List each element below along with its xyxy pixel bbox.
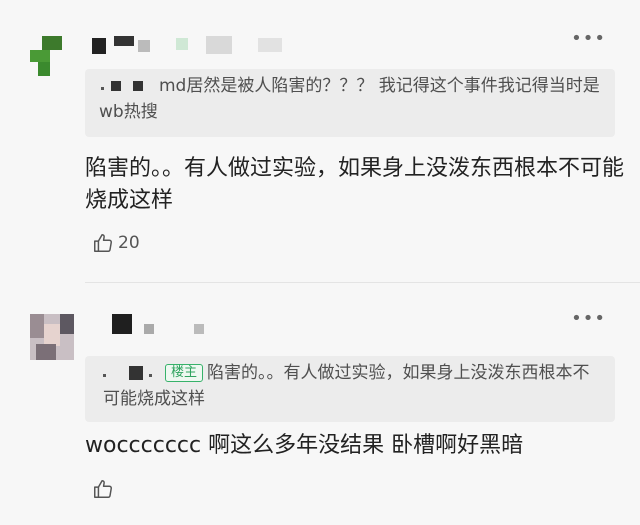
host-badge: 楼主 — [165, 364, 204, 382]
quoted-username — [103, 366, 163, 380]
avatar[interactable] — [30, 314, 74, 360]
quoted-reply[interactable]: md居然是被人陷害的？？？ 我记得这个事件我记得当时是wb热搜 — [85, 69, 615, 137]
quoted-text: md居然是被人陷害的？？？ 我记得这个事件我记得当时是wb热搜 — [99, 76, 600, 122]
more-options-icon[interactable]: ••• — [571, 30, 606, 48]
like-button[interactable] — [92, 478, 118, 500]
quoted-reply[interactable]: 楼主 陷害的。。有人做过实验，如果身上没泼东西根本不可能烧成这样 — [85, 356, 615, 422]
comment-2: ••• 楼主 陷害的。。有人做过实验，如果身上没泼东西根本不可能烧成这样 wocc… — [0, 284, 640, 525]
thumbs-up-icon — [92, 478, 114, 500]
like-button[interactable]: 20 — [92, 232, 140, 254]
more-options-icon[interactable]: ••• — [571, 310, 606, 328]
avatar[interactable] — [30, 36, 66, 76]
thumbs-up-icon — [92, 232, 114, 254]
username[interactable] — [112, 314, 212, 334]
comment-1: ••• md居然是被人陷害的？？？ 我记得这个事件我记得当时是wb热搜 陷害的。… — [0, 0, 640, 282]
divider — [85, 282, 640, 283]
comment-text: 陷害的。。有人做过实验，如果身上没泼东西根本不可能烧成这样 — [85, 156, 625, 213]
quoted-username — [99, 79, 159, 93]
comment-text: woccccccc 啊这么多年没结果 卧槽啊好黑暗 — [85, 433, 524, 458]
like-count: 20 — [118, 233, 140, 253]
username[interactable] — [92, 36, 292, 56]
